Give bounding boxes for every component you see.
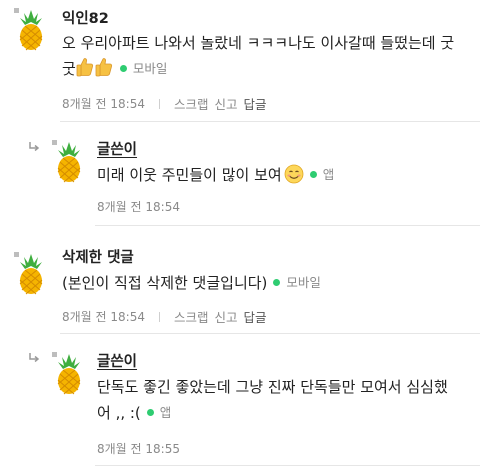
pineapple-icon[interactable] [52, 140, 86, 184]
meta-separator [158, 98, 160, 109]
comment-source: 모바일 [132, 61, 168, 76]
comment-text-continued: 굿 [62, 60, 76, 78]
comment-time: 8개월 전 18:54 [62, 310, 145, 324]
comment-text: 오 우리아파트 나와서 놀랐네 ㅋㅋㅋ나도 이사갈때 들떴는데 굿 [62, 34, 455, 52]
reply-button[interactable]: 답글 [244, 307, 267, 326]
comment-divider [60, 333, 480, 334]
comment-text-continued: 어 ,, :( [97, 404, 141, 422]
comment-author[interactable]: 글쓴이 [97, 350, 137, 371]
scrap-button[interactable]: 스크랩 [174, 307, 209, 326]
scrap-button[interactable]: 스크랩 [174, 94, 209, 113]
comment-divider [95, 225, 480, 226]
comment-meta: 8개월 전 18:54 [97, 198, 180, 215]
comment-author[interactable]: 글쓴이 [97, 138, 137, 159]
source-dot-icon [146, 409, 154, 416]
comment-text: 단독도 좋긴 좋았는데 그냥 진짜 단독들만 모여서 심심했 [97, 378, 448, 396]
comment-time: 8개월 전 18:54 [97, 200, 180, 214]
comment-meta: 8개월 전 18:54 스크랩 신고 답글 [62, 94, 267, 113]
comment-divider [95, 465, 480, 466]
comment-body: 미래 이웃 주민들이 많이 보여 앱 [97, 162, 472, 188]
smiling-face-emoji [284, 164, 304, 184]
source-dot-icon [273, 279, 281, 286]
comment-source: 앱 [159, 405, 172, 420]
report-button[interactable]: 신고 [214, 94, 237, 113]
comment-time: 8개월 전 18:55 [97, 442, 180, 456]
pineapple-icon[interactable] [14, 252, 48, 296]
source-dot-icon [309, 171, 317, 178]
comment-body: (본인이 직접 삭제한 댓글입니다) 모바일 [62, 270, 472, 296]
thumbs-up-emoji [76, 57, 94, 77]
comment-meta: 8개월 전 18:55 [97, 440, 180, 457]
reply-arrow-icon [28, 141, 40, 153]
comment-time: 8개월 전 18:54 [62, 97, 145, 111]
report-button[interactable]: 신고 [214, 307, 237, 326]
comment-text: 미래 이웃 주민들이 많이 보여 [97, 166, 282, 184]
meta-separator [158, 311, 160, 322]
comment-author[interactable]: 삭제한 댓글 [62, 246, 134, 267]
comment-source: 앱 [322, 167, 335, 182]
reply-button[interactable]: 답글 [244, 94, 267, 113]
comment-meta: 8개월 전 18:54 스크랩 신고 답글 [62, 307, 267, 326]
comment-body: 단독도 좋긴 좋았는데 그냥 진짜 단독들만 모여서 심심했 어 ,, :( 앱 [97, 374, 472, 426]
comment-body: 오 우리아파트 나와서 놀랐네 ㅋㅋㅋ나도 이사갈때 들떴는데 굿 굿 모바일 [62, 30, 472, 82]
pineapple-icon[interactable] [14, 8, 48, 52]
comment-source: 모바일 [286, 275, 321, 290]
thumbs-up-emoji [95, 57, 113, 77]
comment-divider [60, 121, 480, 122]
comment-author[interactable]: 익인82 [62, 7, 109, 28]
reply-arrow-icon [28, 352, 40, 364]
pineapple-icon[interactable] [52, 352, 86, 396]
source-dot-icon [119, 65, 127, 72]
comment-text: (본인이 직접 삭제한 댓글입니다) [62, 274, 268, 292]
